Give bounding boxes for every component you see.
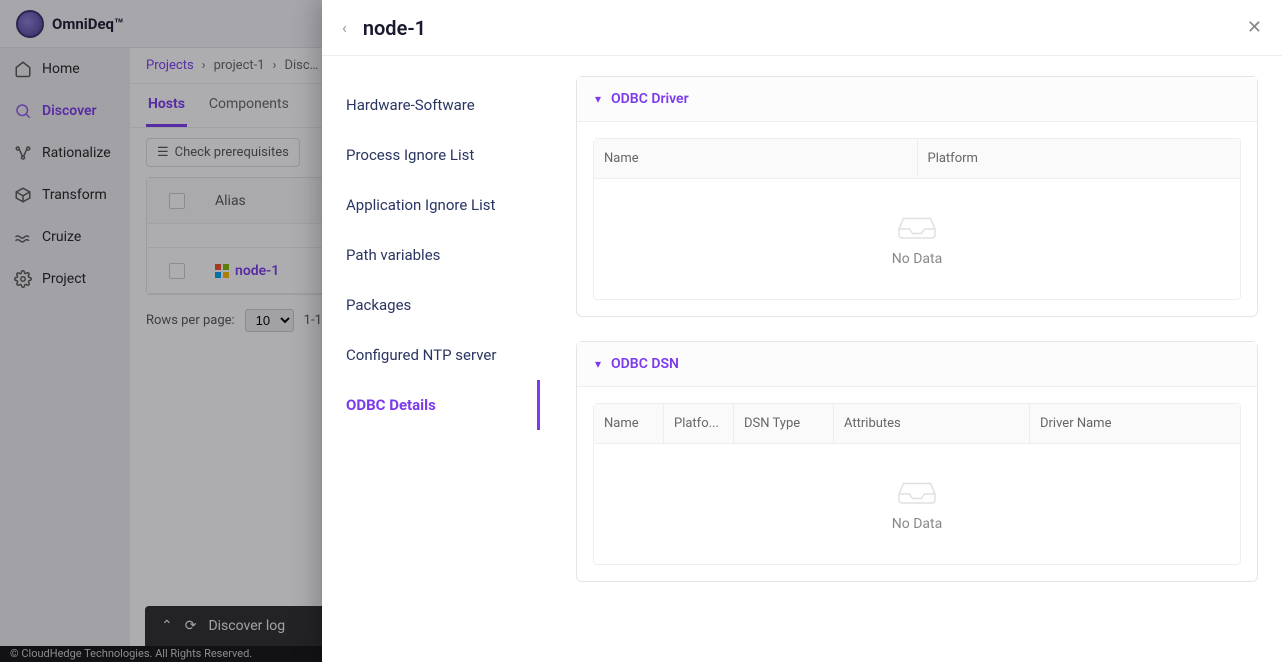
odbc-dsn-body: Name Platfo... DSN Type Attributes Drive… <box>577 387 1257 581</box>
column-name: Name <box>594 139 918 178</box>
inbox-icon <box>893 476 941 506</box>
drawer-menu: Hardware-Software Process Ignore List Ap… <box>322 56 552 662</box>
column-attributes: Attributes <box>834 404 1030 443</box>
inbox-icon <box>893 211 941 241</box>
menu-item-hardware-software[interactable]: Hardware-Software <box>334 80 540 130</box>
empty-text: No Data <box>892 251 942 267</box>
odbc-dsn-panel: ▾ ODBC DSN Name Platfo... DSN Type Attri… <box>576 341 1258 582</box>
odbc-driver-table-header: Name Platform <box>594 139 1240 179</box>
odbc-driver-body: Name Platform No Data <box>577 122 1257 316</box>
menu-item-path-variables[interactable]: Path variables <box>334 230 540 280</box>
drawer-header: ‹ node-1 ✕ <box>322 0 1282 56</box>
menu-item-odbc-details[interactable]: ODBC Details <box>334 380 540 430</box>
column-name: Name <box>594 404 664 443</box>
close-button[interactable]: ✕ <box>1247 17 1262 38</box>
drawer-body: Hardware-Software Process Ignore List Ap… <box>322 56 1282 662</box>
menu-item-ntp-server[interactable]: Configured NTP server <box>334 330 540 380</box>
column-platform: Platform <box>918 139 1241 178</box>
odbc-dsn-header[interactable]: ▾ ODBC DSN <box>577 342 1257 387</box>
odbc-dsn-table: Name Platfo... DSN Type Attributes Drive… <box>593 403 1241 565</box>
chevron-down-icon: ▾ <box>595 92 601 106</box>
column-driver-name: Driver Name <box>1030 404 1240 443</box>
column-platform: Platfo... <box>664 404 734 443</box>
empty-text: No Data <box>892 516 942 532</box>
drawer-title: node-1 <box>363 16 426 40</box>
odbc-dsn-empty-state: No Data <box>594 444 1240 564</box>
column-dsn-type: DSN Type <box>734 404 834 443</box>
odbc-driver-header[interactable]: ▾ ODBC Driver <box>577 77 1257 122</box>
menu-item-application-ignore[interactable]: Application Ignore List <box>334 180 540 230</box>
odbc-dsn-title: ODBC DSN <box>611 356 679 372</box>
menu-item-packages[interactable]: Packages <box>334 280 540 330</box>
drawer-content: ▾ ODBC Driver Name Platform No Data <box>552 56 1282 662</box>
odbc-driver-panel: ▾ ODBC Driver Name Platform No Data <box>576 76 1258 317</box>
back-button[interactable]: ‹ <box>342 18 347 37</box>
odbc-driver-table: Name Platform No Data <box>593 138 1241 300</box>
odbc-dsn-table-header: Name Platfo... DSN Type Attributes Drive… <box>594 404 1240 444</box>
chevron-down-icon: ▾ <box>595 357 601 371</box>
node-detail-drawer: ‹ node-1 ✕ Hardware-Software Process Ign… <box>322 0 1282 662</box>
odbc-driver-empty-state: No Data <box>594 179 1240 299</box>
odbc-driver-title: ODBC Driver <box>611 91 689 107</box>
menu-item-process-ignore[interactable]: Process Ignore List <box>334 130 540 180</box>
